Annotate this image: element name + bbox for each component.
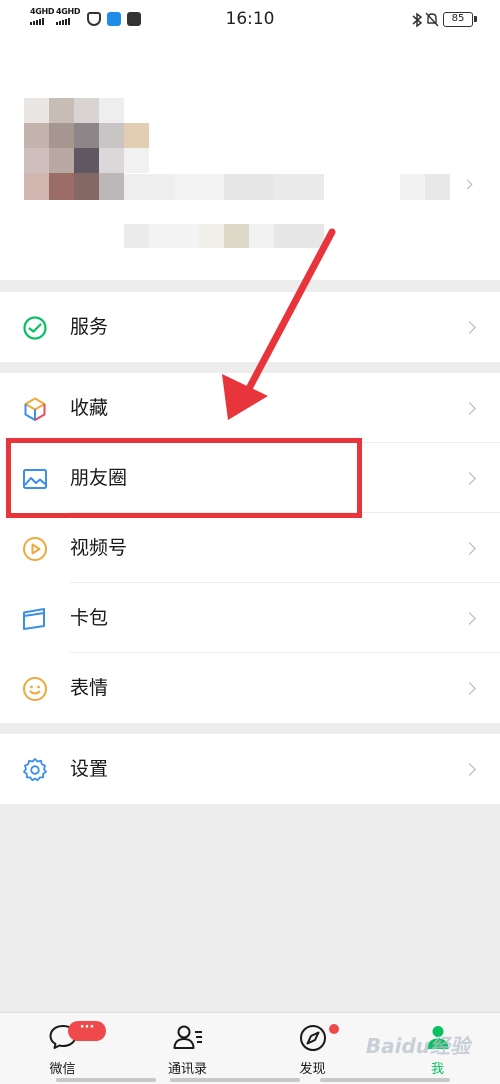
profile-header[interactable] <box>0 38 500 280</box>
gear-icon <box>23 758 47 782</box>
chevron-right-icon <box>463 612 476 625</box>
profile-name-blurred <box>124 174 324 200</box>
annotation-highlight-box <box>6 438 362 518</box>
chevron-right-icon <box>463 402 476 415</box>
channels-play-icon <box>23 537 47 561</box>
battery-indicator: 85 <box>443 12 477 27</box>
unread-badge: ··· <box>68 1021 106 1041</box>
menu-label-stickers: 表情 <box>70 677 109 699</box>
gesture-bar-segment <box>320 1078 450 1082</box>
features-section: 收藏 朋友圈 视频号 卡包 表情 <box>0 373 500 723</box>
tab-label-discover: 发现 <box>299 1062 326 1077</box>
tab-discover[interactable]: 发现 <box>250 1013 375 1084</box>
menu-label-favorites: 收藏 <box>70 397 109 419</box>
wechat-id-blurred <box>124 224 324 248</box>
gesture-bar-segment <box>56 1078 156 1082</box>
menu-item-services[interactable]: 服务 <box>0 292 500 362</box>
chevron-right-icon <box>463 542 476 555</box>
tab-chats[interactable]: ··· 微信 <box>0 1013 125 1084</box>
smiley-icon <box>23 677 47 701</box>
settings-section: 设置 <box>0 734 500 804</box>
menu-label-settings: 设置 <box>70 758 109 780</box>
menu-label-cards: 卡包 <box>70 607 109 629</box>
favorites-cube-icon <box>24 397 46 421</box>
tab-label-chats: 微信 <box>49 1062 76 1077</box>
tab-contacts[interactable]: 通讯录 <box>125 1013 250 1084</box>
chevron-right-icon <box>463 682 476 695</box>
contacts-icon <box>173 1025 202 1049</box>
compass-icon <box>299 1025 326 1051</box>
chevron-right-icon <box>463 321 476 334</box>
baidu-watermark: Baidu经验 <box>365 1034 470 1058</box>
chevron-right-icon <box>463 472 476 485</box>
services-icon <box>23 316 47 340</box>
menu-item-channels[interactable]: 视频号 <box>0 513 500 583</box>
wallet-card-icon <box>23 608 45 630</box>
mute-bell-icon <box>425 12 439 27</box>
bluetooth-icon <box>412 12 423 28</box>
menu-label-channels: 视频号 <box>70 537 128 559</box>
new-moments-dot <box>329 1024 339 1034</box>
menu-item-favorites[interactable]: 收藏 <box>0 373 500 443</box>
chevron-right-icon <box>463 763 476 776</box>
chevron-right-icon <box>462 179 473 190</box>
qr-code-icon[interactable] <box>400 174 450 200</box>
menu-label-services: 服务 <box>70 316 109 338</box>
services-section: 服务 <box>0 292 500 362</box>
menu-item-cards[interactable]: 卡包 <box>0 583 500 653</box>
menu-item-stickers[interactable]: 表情 <box>0 653 500 723</box>
menu-item-settings[interactable]: 设置 <box>0 734 500 804</box>
tab-label-contacts: 通讯录 <box>167 1062 207 1077</box>
tab-label-me: 我 <box>430 1062 444 1077</box>
gesture-bar-segment <box>170 1078 300 1082</box>
status-bar: 4GHD 4GHD 16:10 85 <box>0 0 500 38</box>
